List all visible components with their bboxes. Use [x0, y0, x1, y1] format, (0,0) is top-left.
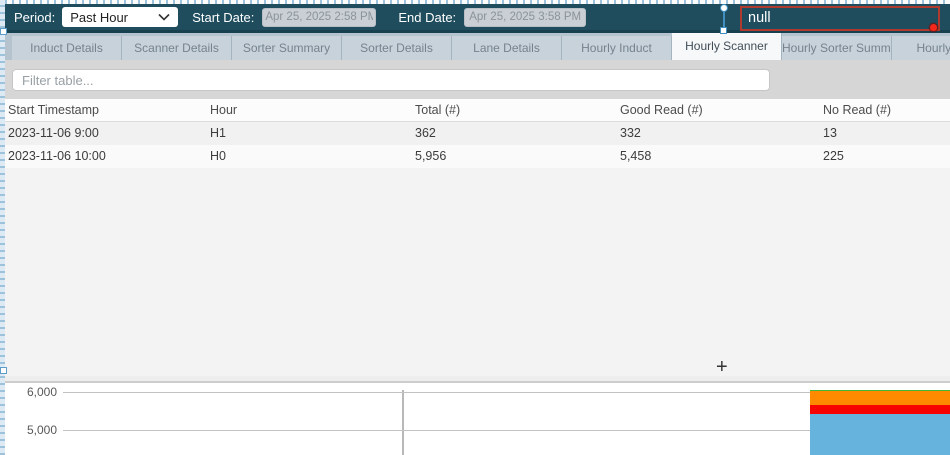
table-cell: 2023-11-06 9:00: [8, 122, 99, 145]
tab-hourly-sorter-summar[interactable]: Hourly Sorter Summar: [782, 36, 892, 60]
tab-induct-details[interactable]: Induct Details: [12, 36, 122, 60]
period-select-value: Past Hour: [70, 10, 158, 25]
tab-hourly-sort[interactable]: Hourly Sort: [892, 36, 950, 60]
resize-handle-top[interactable]: [0, 28, 7, 35]
table-cell: H0: [210, 145, 226, 168]
tab-lane-details[interactable]: Lane Details: [452, 36, 562, 60]
table-cell: Total (#): [415, 99, 460, 122]
table-body: 2023-11-06 9:00H1362332132023-11-06 10:0…: [5, 122, 950, 168]
table-cell: No Read (#): [823, 99, 891, 122]
bar-orange-segment: [810, 391, 950, 405]
chart-ytick-label: 5,000: [13, 423, 57, 437]
table-cell: 225: [823, 145, 844, 168]
filter-input[interactable]: [12, 69, 770, 91]
table-header-row: Start Timestamp Hour Total (#) Good Read (#…: [5, 99, 950, 122]
designer-canvas: Period: Past Hour Start Date: End Date: …: [0, 0, 950, 455]
tab-hourly-scanner[interactable]: Hourly Scanner: [672, 33, 782, 60]
plus-icon[interactable]: +: [716, 356, 728, 379]
selection-square-handle[interactable]: [720, 27, 727, 34]
chevron-down-icon: [158, 13, 170, 21]
top-ruler: [0, 0, 950, 4]
selected-binding-box[interactable]: null: [740, 6, 940, 31]
selection-circle-handle[interactable]: [720, 4, 728, 12]
table-cell: 362: [415, 122, 436, 145]
error-dot-icon: [930, 24, 937, 31]
resize-handle-bottom[interactable]: [0, 367, 7, 374]
period-select[interactable]: Past Hour: [62, 7, 178, 27]
binding-value: null: [748, 10, 771, 26]
chart-category-divider: [402, 390, 404, 455]
tab-bar: Induct DetailsScanner DetailsSorter Summ…: [5, 33, 950, 60]
start-date-label: Start Date:: [192, 10, 254, 25]
table-cell: 5,956: [415, 145, 446, 168]
table-cell: 332: [620, 122, 641, 145]
table-cell: 5,458: [620, 145, 651, 168]
table-cell: Hour: [210, 99, 237, 122]
table-cell: H1: [210, 122, 226, 145]
hourly-scanner-table: Start Timestamp Hour Total (#) Good Read (#…: [5, 99, 950, 168]
end-date-input[interactable]: [464, 8, 586, 27]
tab-hourly-induct[interactable]: Hourly Induct: [562, 36, 672, 60]
left-ruler: [0, 0, 5, 455]
table-cell: Good Read (#): [620, 99, 703, 122]
start-date-input[interactable]: [262, 8, 376, 27]
bar-blue-segment: [810, 414, 950, 455]
table-cell: 13: [823, 122, 837, 145]
bar-green-segment: [810, 390, 950, 392]
table-row[interactable]: 2023-11-06 9:00 H1 362 332 13: [5, 122, 950, 145]
tab-sorter-summary[interactable]: Sorter Summary: [232, 36, 342, 60]
table-row[interactable]: 2023-11-06 10:00 H0 5,956 5,458 225: [5, 145, 950, 168]
end-date-label: End Date:: [398, 10, 456, 25]
bar-red-segment: [810, 405, 950, 414]
table-cell: 2023-11-06 10:00: [8, 145, 106, 168]
table-cell: Start Timestamp: [8, 99, 99, 122]
chart-ytick-label: 6,000: [13, 385, 57, 399]
tab-sorter-details[interactable]: Sorter Details: [342, 36, 452, 60]
tab-scanner-details[interactable]: Scanner Details: [122, 36, 232, 60]
filter-section: [5, 60, 950, 99]
period-label: Period:: [14, 10, 55, 25]
chart-plot: 6,000 5,000: [5, 383, 950, 455]
